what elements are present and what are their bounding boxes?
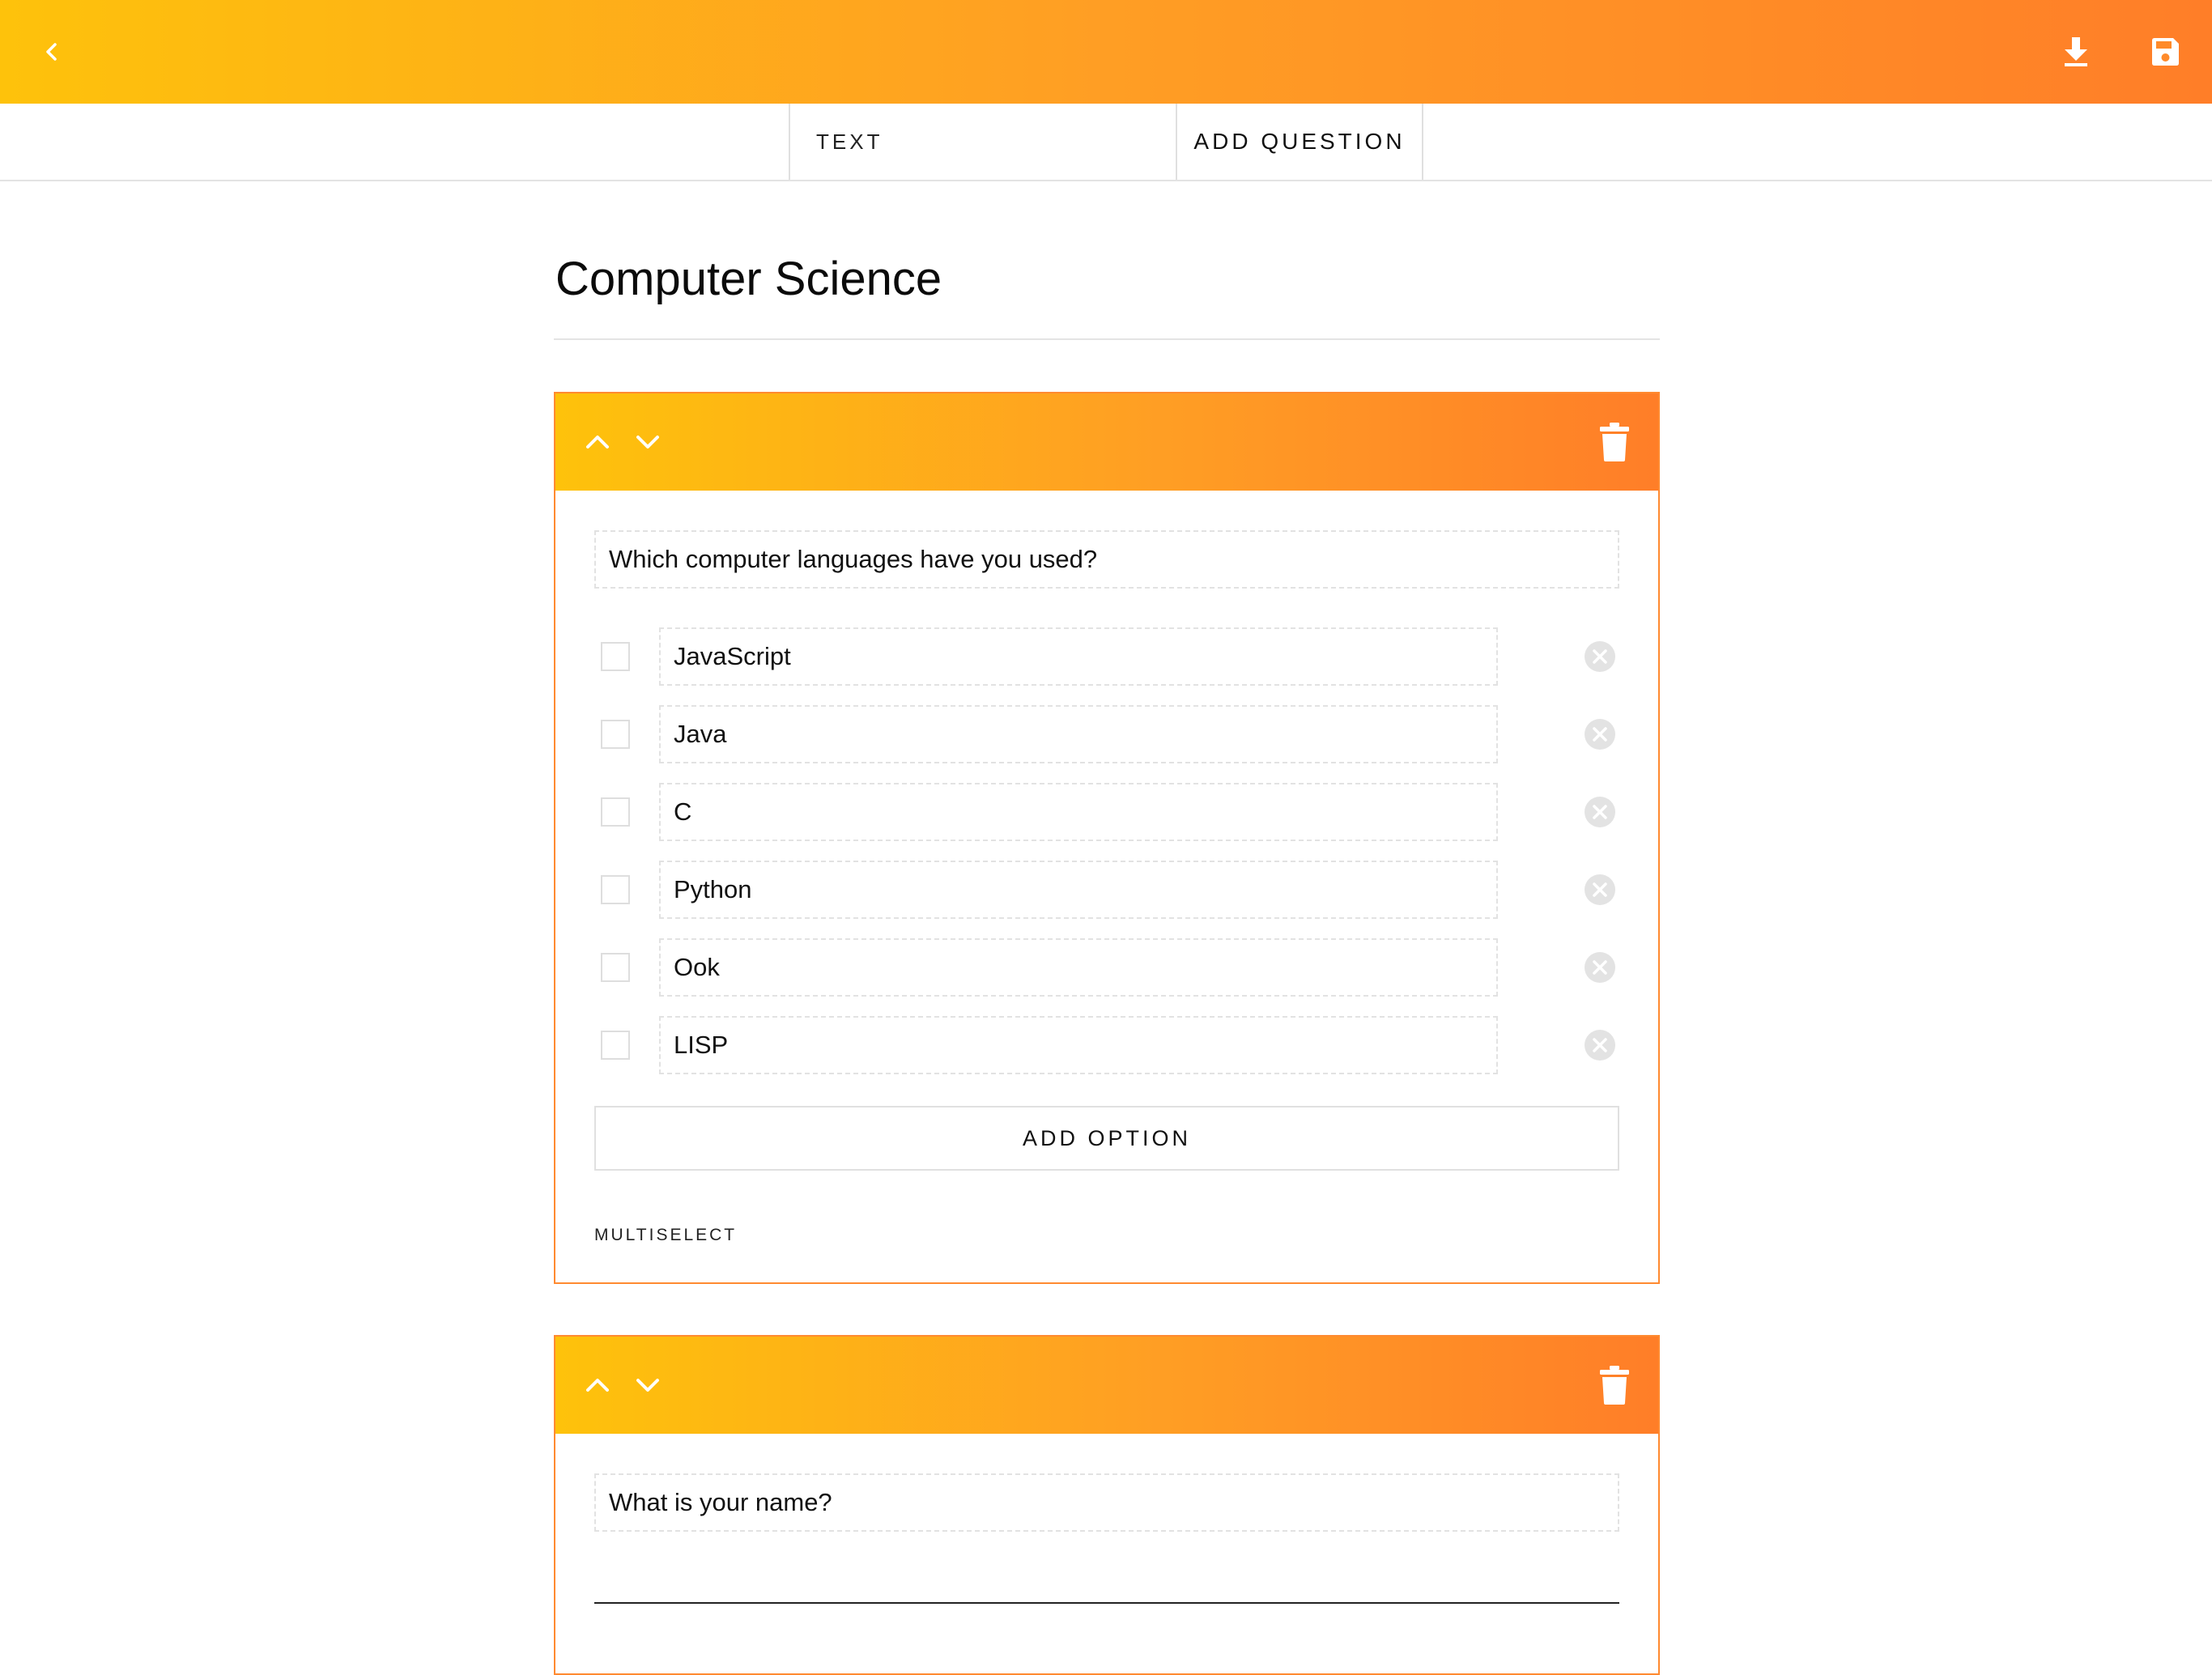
question-card-header (555, 1337, 1658, 1434)
option-checkbox[interactable] (601, 1031, 630, 1060)
form-title[interactable]: Computer Science (555, 256, 942, 303)
option-checkbox[interactable] (601, 797, 630, 827)
move-down-button[interactable] (627, 421, 669, 463)
chevron-down-icon (636, 1379, 659, 1392)
close-circle-icon (1585, 874, 1615, 905)
remove-option-button[interactable] (1584, 874, 1616, 906)
option-row (555, 1016, 1658, 1074)
editor-toolbar: TEXT ADD QUESTION (0, 104, 2212, 181)
move-down-button[interactable] (627, 1364, 669, 1406)
chevron-up-icon (586, 436, 609, 449)
app-header (0, 0, 2212, 104)
option-text-input[interactable] (659, 783, 1498, 841)
option-row (555, 627, 1658, 686)
question-card: ADD OPTION MULTISELECT (554, 392, 1660, 1284)
text-button[interactable]: TEXT (789, 104, 1177, 180)
option-row (555, 705, 1658, 763)
option-row (555, 861, 1658, 919)
add-question-button[interactable]: ADD QUESTION (1176, 104, 1423, 180)
remove-option-button[interactable] (1584, 718, 1616, 750)
close-circle-icon (1585, 1030, 1615, 1061)
option-row (555, 938, 1658, 997)
chevron-left-icon (46, 43, 57, 61)
floppy-disk-icon (2152, 38, 2179, 66)
option-text-input[interactable] (659, 627, 1498, 686)
question-text-input[interactable] (594, 1473, 1619, 1532)
answer-line (594, 1602, 1619, 1604)
question-card-header (555, 393, 1658, 491)
close-circle-icon (1585, 797, 1615, 827)
option-text-input[interactable] (659, 705, 1498, 763)
option-text-input[interactable] (659, 861, 1498, 919)
back-button[interactable] (26, 26, 78, 78)
title-divider (554, 338, 1660, 340)
delete-question-button[interactable] (1590, 1359, 1639, 1411)
add-option-button[interactable]: ADD OPTION (594, 1106, 1619, 1171)
question-text-input[interactable] (594, 530, 1619, 589)
remove-option-button[interactable] (1584, 951, 1616, 984)
trash-icon (1600, 423, 1629, 461)
chevron-down-icon (636, 436, 659, 449)
option-checkbox[interactable] (601, 642, 630, 671)
option-checkbox[interactable] (601, 720, 630, 749)
option-checkbox[interactable] (601, 953, 630, 982)
close-circle-icon (1585, 719, 1615, 750)
close-circle-icon (1585, 641, 1615, 672)
close-circle-icon (1585, 952, 1615, 983)
trash-icon (1600, 1366, 1629, 1405)
chevron-up-icon (586, 1379, 609, 1392)
remove-option-button[interactable] (1584, 640, 1616, 673)
move-up-button[interactable] (576, 1364, 619, 1406)
option-checkbox[interactable] (601, 875, 630, 904)
save-button[interactable] (2138, 24, 2193, 79)
remove-option-button[interactable] (1584, 796, 1616, 828)
remove-option-button[interactable] (1584, 1029, 1616, 1061)
question-type-label: MULTISELECT (594, 1226, 738, 1244)
download-icon (2065, 37, 2087, 66)
move-up-button[interactable] (576, 421, 619, 463)
option-text-input[interactable] (659, 938, 1498, 997)
option-row (555, 783, 1658, 841)
option-text-input[interactable] (659, 1016, 1498, 1074)
download-button[interactable] (2048, 24, 2104, 79)
delete-question-button[interactable] (1590, 416, 1639, 468)
question-card (554, 1335, 1660, 1675)
